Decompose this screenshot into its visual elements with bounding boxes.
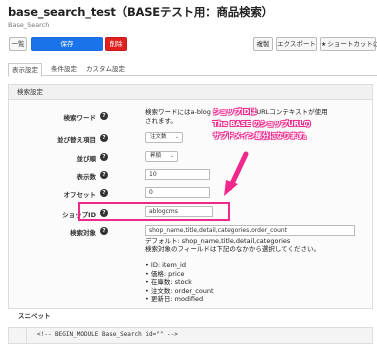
list-item: 価格: price xyxy=(145,270,214,279)
search-target-input[interactable]: shop_name,title,detail,categories,order_… xyxy=(145,225,355,236)
tab-custom-settings[interactable]: カスタム設定 xyxy=(83,63,128,75)
keyword-label: 検索ワード xyxy=(63,114,97,122)
delete-button[interactable]: 削除 xyxy=(105,37,127,51)
callout-line3: サブドメイン部分になります。 xyxy=(213,132,311,140)
chevron-down-icon: ⌄ xyxy=(174,134,179,140)
annotation-arrow-icon xyxy=(224,151,249,196)
list-button[interactable]: 一覧 xyxy=(9,37,27,51)
snippet-code[interactable]: <!-- BEGIN_MODULE Base_Search id="" --> xyxy=(8,327,373,344)
star-icon: ★ xyxy=(321,41,327,48)
sort-item-select[interactable]: 注文数 ⌄ xyxy=(145,132,183,143)
page-title: base_search_test（BASEテスト用：商品検索） xyxy=(8,5,273,19)
tab-bar: 表示設定 条件設定 カスタム設定 xyxy=(8,63,377,77)
sort-order-select[interactable]: 昇順 ⌄ xyxy=(145,151,178,162)
offset-help-icon[interactable]: ? xyxy=(100,189,108,197)
tab-condition-settings[interactable]: 条件設定 xyxy=(48,63,80,75)
sort-order-help-icon[interactable]: ? xyxy=(100,153,108,161)
module-name: Base_Search xyxy=(8,21,50,29)
sort-item-value: 注文数 xyxy=(150,134,167,140)
count-help-icon[interactable]: ? xyxy=(100,171,108,179)
sort-order-label: 並び順 xyxy=(76,155,97,163)
sort-item-label: 並び替え項目 xyxy=(57,136,96,144)
list-item: ID: item_id xyxy=(145,261,214,270)
snippet-code-line: <!-- BEGIN_MODULE Base_Search id="" --> xyxy=(37,331,178,338)
tab-display-settings[interactable]: 表示設定 xyxy=(8,63,42,77)
keyword-desc-line1: 検索ワードにはa-blog xyxy=(145,108,211,116)
line-number-gutter xyxy=(9,328,27,343)
sort-item-help-icon[interactable]: ? xyxy=(100,134,108,142)
panel-title: 検索設定 xyxy=(8,84,373,100)
chevron-down-icon: ⌄ xyxy=(169,153,174,159)
sort-order-value: 昇順 xyxy=(150,153,162,159)
save-button[interactable]: 保存 xyxy=(31,37,103,51)
annotation-callout: ショップIDは The BASE のショップURLの サブドメイン部分になります… xyxy=(213,106,311,142)
callout-line2: The BASE のショップURLの xyxy=(213,120,311,128)
add-shortcut-label: ショートカットに追加 xyxy=(327,40,377,48)
keyword-help-icon[interactable]: ? xyxy=(100,112,108,120)
search-target-hint: 検索対象のフィールドは下記のなかから選択してください。 xyxy=(145,245,320,253)
count-input[interactable]: 10 xyxy=(145,169,210,180)
search-target-help-icon[interactable]: ? xyxy=(100,227,108,235)
export-button[interactable]: エクスポート xyxy=(276,37,317,51)
offset-input[interactable]: 0 xyxy=(145,187,210,198)
copy-button[interactable]: 複製 xyxy=(253,37,273,51)
add-shortcut-button[interactable]: ★ショートカットに追加 xyxy=(320,37,377,51)
search-target-label: 検索対象 xyxy=(70,229,96,237)
offset-label: オフセット xyxy=(63,191,97,199)
list-item: 注文数: order_count xyxy=(145,287,214,296)
callout-line1: ショップIDは xyxy=(213,108,257,116)
count-label: 表示数 xyxy=(76,173,97,181)
search-target-field-list: ID: item_id 価格: price 在庫数: stock 注文数: or… xyxy=(145,261,214,304)
shop-id-highlight-box xyxy=(78,202,230,221)
list-item: 更新日: modified xyxy=(145,295,214,304)
list-item: 在庫数: stock xyxy=(145,278,214,287)
snippet-title: スニペット xyxy=(8,309,373,325)
